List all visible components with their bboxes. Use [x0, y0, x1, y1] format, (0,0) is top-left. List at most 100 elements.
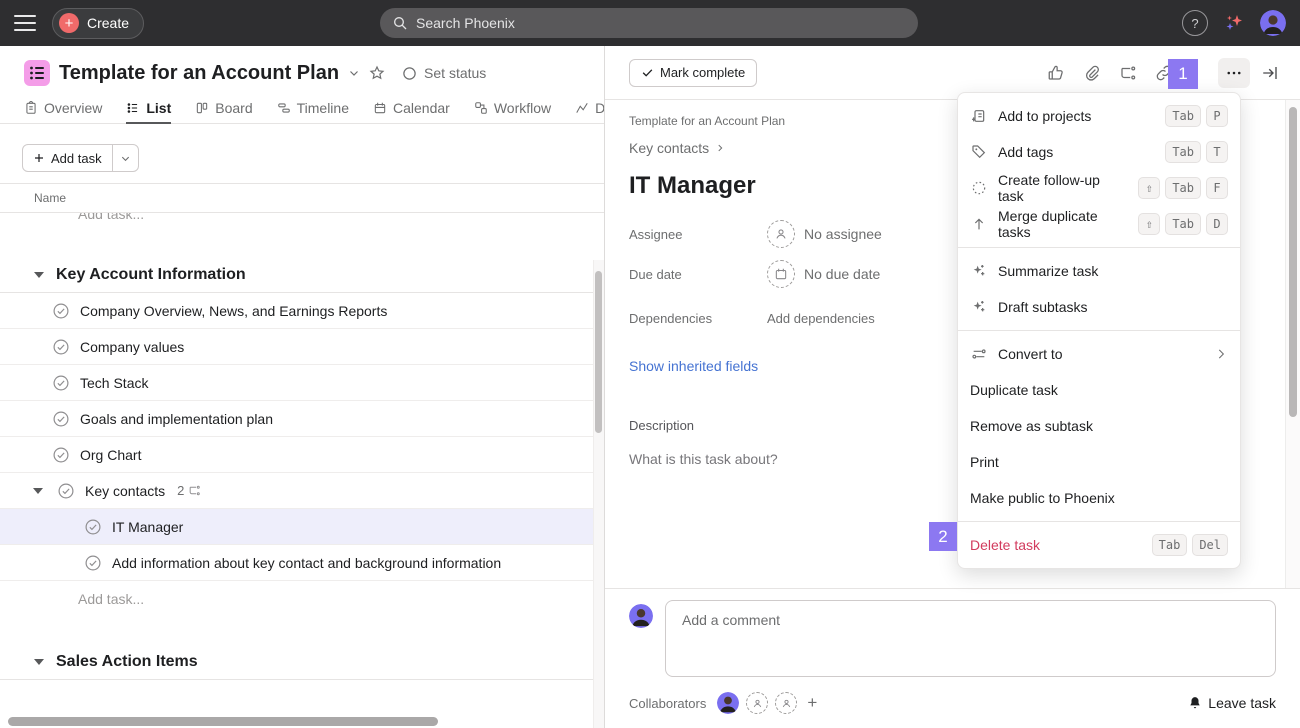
add-dependencies-button[interactable]: Add dependencies	[767, 311, 875, 326]
task-row[interactable]: Company values	[0, 329, 604, 365]
user-avatar[interactable]	[1260, 10, 1286, 36]
add-task-row[interactable]: Add task...	[0, 213, 604, 230]
menu-item-draft-subtasks[interactable]: Draft subtasks	[958, 289, 1240, 325]
tab-label: Timeline	[297, 100, 349, 116]
collapse-pane-button[interactable]	[1254, 58, 1286, 88]
add-task-row[interactable]: Add task...	[0, 581, 604, 617]
sparkles-icon[interactable]	[1224, 13, 1244, 33]
leave-task-button[interactable]: Leave task	[1188, 695, 1276, 711]
check-icon	[641, 66, 654, 79]
menu-item-add-tags[interactable]: Add tagsTabT	[958, 134, 1240, 170]
menu-item-merge-duplicate-tasks[interactable]: Merge duplicate tasks⇧TabD	[958, 206, 1240, 242]
comment-placeholder: Add a comment	[682, 612, 780, 628]
menu-item-summarize-task[interactable]: Summarize task	[958, 253, 1240, 289]
hamburger-menu-icon[interactable]	[14, 15, 36, 31]
section-row[interactable]: Sales Action Items	[0, 644, 604, 680]
chevron-right-icon	[1214, 347, 1228, 361]
tab-board[interactable]: Board	[195, 92, 252, 123]
collaborator-placeholder-icon[interactable]	[746, 692, 768, 714]
task-row[interactable]: IT Manager	[0, 509, 604, 545]
menu-item-remove-as-subtask[interactable]: Remove as subtask	[958, 408, 1240, 444]
tab-dashbo[interactable]: Dashbo	[575, 92, 605, 123]
task-row[interactable]: Tech Stack	[0, 365, 604, 401]
task-row[interactable]: Company Overview, News, and Earnings Rep…	[0, 293, 604, 329]
add-collaborator-button[interactable]: +	[807, 693, 817, 713]
search-input[interactable]: Search Phoenix	[380, 8, 918, 38]
left-scrollbar-track	[593, 260, 604, 728]
kbd-key: T	[1206, 141, 1228, 163]
right-scrollbar-thumb[interactable]	[1289, 107, 1297, 417]
sparkle-icon	[970, 299, 988, 315]
more-options-button[interactable]	[1218, 58, 1250, 88]
add-task-button[interactable]: Add task	[22, 144, 139, 172]
horizontal-scrollbar[interactable]	[8, 717, 438, 726]
section-row[interactable]: Key Account Information	[0, 257, 604, 293]
menu-item-add-to-projects[interactable]: Add to projectsTabP	[958, 98, 1240, 134]
project-list-pane: Template for an Account Plan Set status …	[0, 46, 605, 728]
dependencies-label: Dependencies	[629, 311, 767, 326]
due-date-calendar-icon	[767, 260, 795, 288]
task-row[interactable]: Add information about key contact and ba…	[0, 545, 604, 581]
task-check-icon[interactable]	[84, 554, 102, 572]
like-button[interactable]	[1040, 58, 1072, 88]
help-button[interactable]: ?	[1182, 10, 1208, 36]
tab-timeline[interactable]: Timeline	[277, 92, 349, 123]
task-row[interactable]: Org Chart	[0, 437, 604, 473]
kbd-key: P	[1206, 105, 1228, 127]
menu-item-print[interactable]: Print	[958, 444, 1240, 480]
task-check-icon[interactable]	[52, 374, 70, 392]
task-check-icon[interactable]	[52, 302, 70, 320]
menu-item-create-follow-up-task[interactable]: Create follow-up task⇧TabF	[958, 170, 1240, 206]
column-header-name[interactable]: Name	[0, 183, 604, 213]
menu-item-label: Merge duplicate tasks	[998, 208, 1128, 240]
menu-item-label: Print	[970, 454, 999, 470]
tab-calendar[interactable]: Calendar	[373, 92, 450, 123]
tab-overview[interactable]: Overview	[24, 92, 102, 123]
menu-item-label: Add tags	[998, 144, 1053, 160]
attachment-button[interactable]	[1076, 58, 1108, 88]
due-date-label: Due date	[629, 267, 767, 282]
tag-icon	[970, 144, 988, 160]
left-scrollbar-thumb[interactable]	[595, 271, 602, 433]
star-icon[interactable]	[369, 65, 385, 81]
tab-workflow[interactable]: Workflow	[474, 92, 551, 123]
add-task-dropdown-button[interactable]	[112, 145, 138, 171]
task-row[interactable]: Key contacts2	[0, 473, 604, 509]
create-button[interactable]: + Create	[52, 8, 144, 39]
show-inherited-fields-link[interactable]: Show inherited fields	[629, 358, 758, 374]
task-check-icon[interactable]	[52, 410, 70, 428]
task-check-icon[interactable]	[52, 446, 70, 464]
collapse-triangle-icon[interactable]	[34, 272, 44, 278]
set-status-button[interactable]: Set status	[402, 65, 486, 81]
menu-item-make-public-to-phoenix[interactable]: Make public to Phoenix	[958, 480, 1240, 516]
menu-divider	[958, 330, 1240, 331]
menu-item-duplicate-task[interactable]: Duplicate task	[958, 372, 1240, 408]
merge-icon	[970, 216, 988, 232]
project-chevron-down-icon[interactable]	[348, 67, 360, 79]
collapse-triangle-icon[interactable]	[34, 659, 44, 665]
menu-item-label: Create follow-up task	[998, 172, 1128, 204]
task-check-icon[interactable]	[52, 338, 70, 356]
task-name: Company values	[80, 339, 184, 355]
task-name: Key contacts	[85, 483, 165, 499]
task-check-icon[interactable]	[84, 518, 102, 536]
assignee-value[interactable]: No assignee	[767, 220, 882, 248]
search-icon	[392, 15, 408, 31]
dashboard-icon	[575, 101, 589, 115]
task-check-icon[interactable]	[57, 482, 75, 500]
tab-list[interactable]: List	[126, 92, 171, 123]
due-date-value[interactable]: No due date	[767, 260, 880, 288]
mark-complete-button[interactable]: Mark complete	[629, 59, 757, 87]
collaborator-placeholder-icon[interactable]	[775, 692, 797, 714]
menu-item-delete-task[interactable]: Delete taskTabDel	[958, 527, 1240, 563]
task-name: Org Chart	[80, 447, 141, 463]
subtask-button[interactable]	[1112, 58, 1144, 88]
shortcut-keys: TabP	[1165, 105, 1228, 127]
collapse-triangle-icon[interactable]	[33, 488, 43, 494]
dots-icon	[1225, 64, 1243, 82]
board-icon	[195, 101, 209, 115]
task-row[interactable]: Goals and implementation plan	[0, 401, 604, 437]
comment-input[interactable]: Add a comment	[665, 600, 1276, 677]
menu-item-convert-to[interactable]: Convert to	[958, 336, 1240, 372]
collaborator-avatar[interactable]	[717, 692, 739, 714]
